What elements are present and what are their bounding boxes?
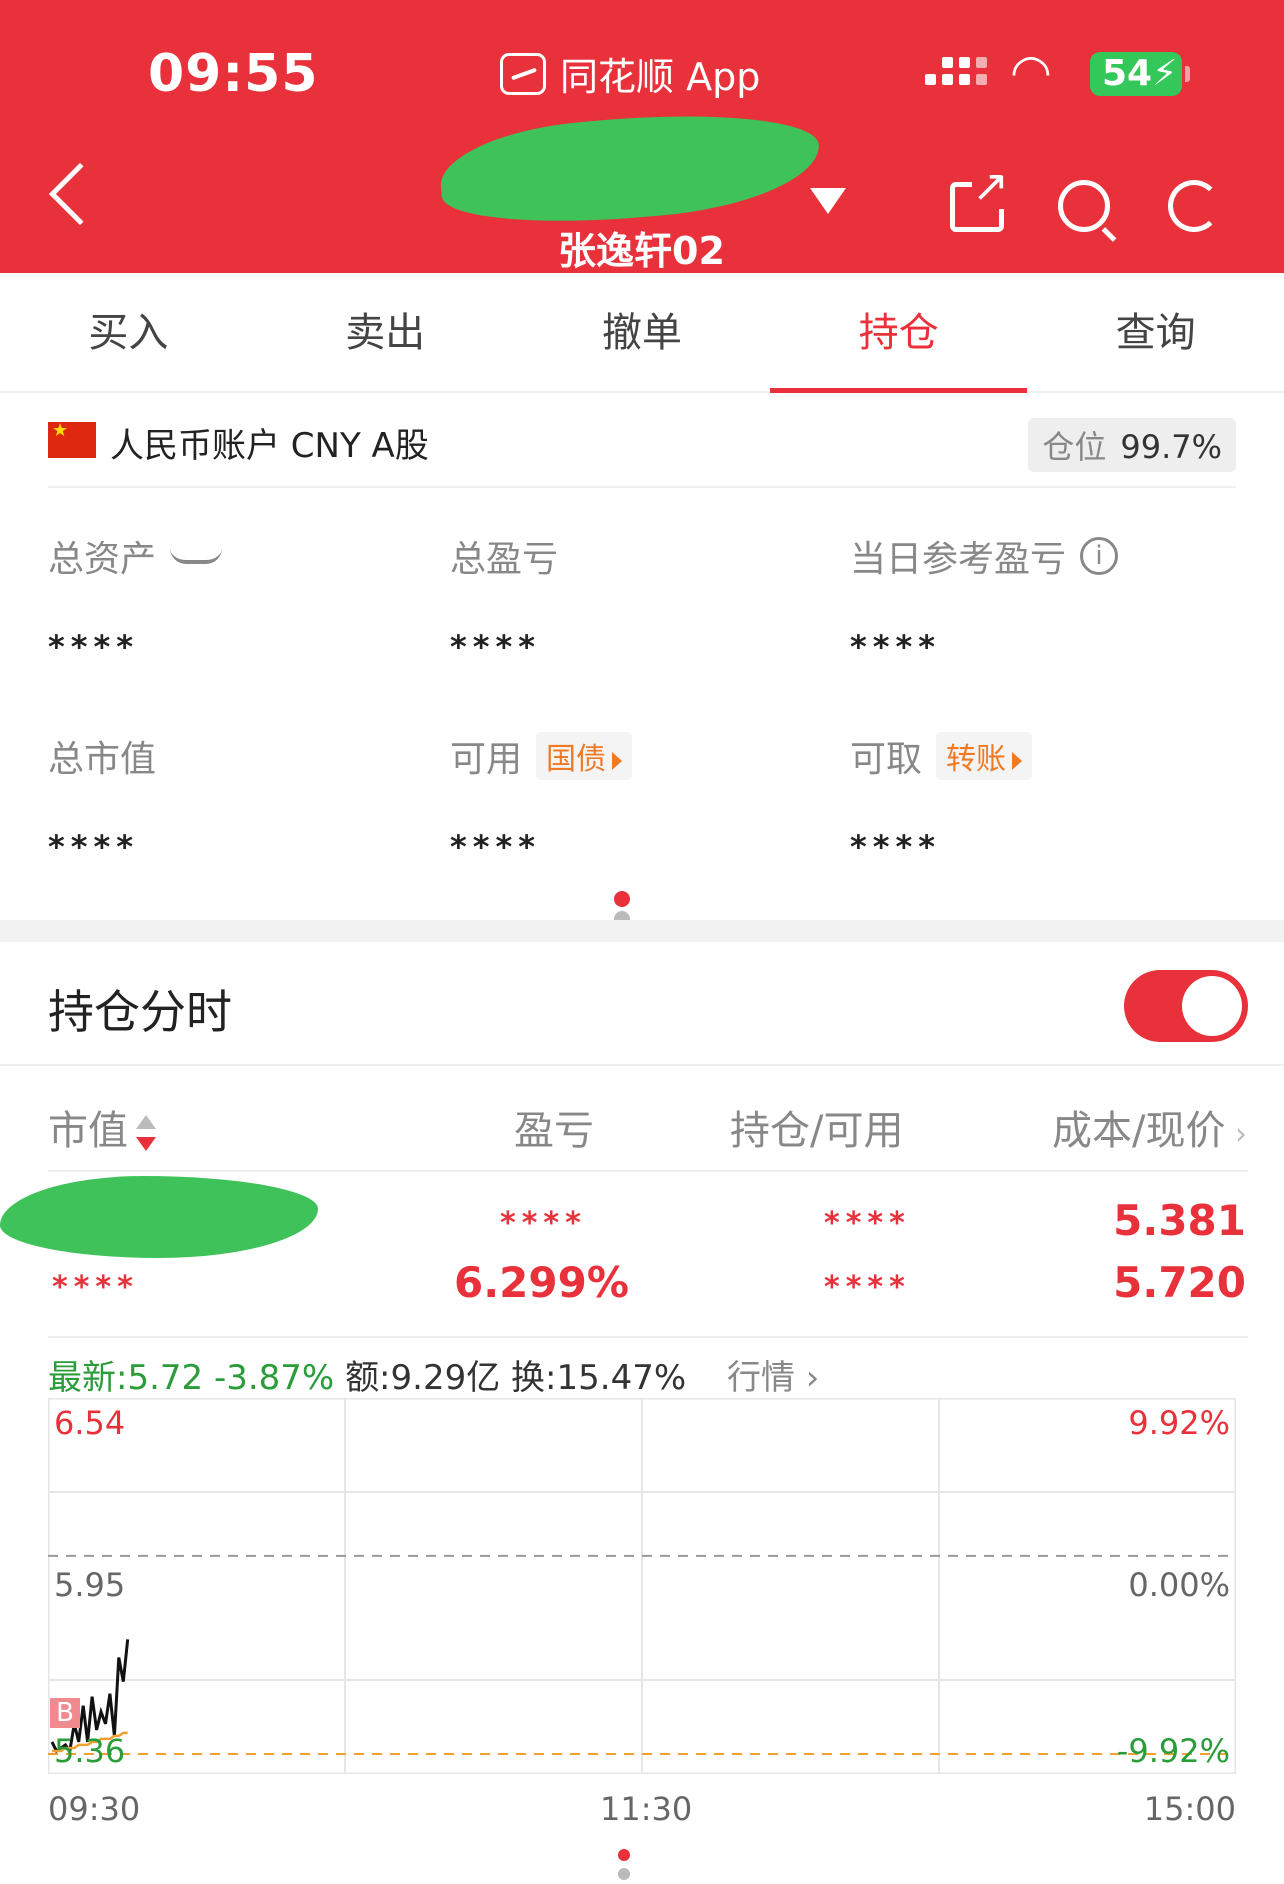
market-quote-link[interactable]: 行情 ›	[727, 1358, 819, 1398]
wifi-icon: ◠	[1010, 44, 1052, 100]
intraday-chart-svg	[48, 1398, 1236, 1774]
available-label: 可用	[450, 739, 523, 780]
status-time: 09:55	[148, 44, 319, 104]
y-tick-left: 5.95	[54, 1566, 126, 1604]
y-tick-left: 5.36	[54, 1732, 126, 1770]
intraday-chart[interactable]: 6.54 5.95 5.36 9.92% 0.00% -9.92% B	[48, 1398, 1236, 1774]
search-icon[interactable]	[1058, 180, 1110, 232]
account-label: 人民币账户 CNY A股	[110, 426, 429, 466]
back-icon[interactable]	[48, 162, 112, 226]
sort-icon[interactable]	[136, 1115, 156, 1151]
bond-link-button[interactable]: 国债	[536, 732, 633, 780]
holdings-toggle[interactable]	[1124, 970, 1248, 1042]
withdrawable-label: 可取	[850, 739, 923, 780]
divider	[0, 1064, 1284, 1066]
info-icon[interactable]: i	[1080, 537, 1119, 575]
withdrawable-funds: 可取 转账 ****	[850, 730, 1246, 866]
column-cost-price-label: 成本/现价	[1052, 1108, 1226, 1154]
account-name[interactable]: 张逸轩02	[558, 220, 725, 275]
daily-pnl-value: ****	[850, 628, 941, 666]
cellular-signal-icon	[925, 52, 991, 98]
page-dot[interactable]	[618, 1849, 630, 1861]
quote-summary: 最新:5.72 -3.87% 额:9.29亿 换:15.47% 行情 ›	[48, 1350, 819, 1399]
pnl-percent: 6.299%	[454, 1258, 629, 1307]
tab-sell[interactable]: 卖出	[257, 273, 514, 391]
tab-holdings[interactable]: 持仓	[770, 273, 1027, 393]
column-market-value-label: 市值	[48, 1108, 128, 1154]
trade-tabs: 买入 卖出 撤单 持仓 查询	[0, 273, 1284, 393]
y-tick-right: -9.92%	[1116, 1732, 1230, 1770]
section-divider	[0, 920, 1284, 942]
total-assets-label: 总资产	[48, 539, 157, 580]
daily-pnl-label: 当日参考盈亏	[850, 539, 1067, 580]
chart-page-dots[interactable]	[618, 1846, 678, 1880]
tab-buy[interactable]: 买入	[0, 273, 257, 391]
position-value: 99.7%	[1120, 428, 1222, 466]
position-badge: 仓位 99.7%	[1028, 418, 1236, 472]
column-holding-available: 持仓/可用	[730, 1108, 904, 1154]
account-row: 人民币账户 CNY A股 仓位 99.7%	[48, 418, 1236, 488]
y-tick-right: 0.00%	[1128, 1566, 1230, 1604]
chevron-right-icon: ›	[1225, 1117, 1248, 1152]
daily-pnl: 当日参考盈亏 i ****	[850, 530, 1246, 666]
x-tick: 11:30	[600, 1790, 693, 1828]
y-tick-right: 9.92%	[1128, 1404, 1230, 1442]
trade-amount: 额:9.29亿	[345, 1358, 501, 1398]
x-tick: 15:00	[1143, 1790, 1236, 1828]
tab-query[interactable]: 查询	[1027, 273, 1284, 391]
holding-pnl-value: ****	[500, 1206, 587, 1241]
total-assets: 总资产 ****	[48, 530, 444, 666]
column-cost-price[interactable]: 成本/现价 ›	[1052, 1098, 1247, 1156]
market-value-label: 总市值	[48, 739, 157, 780]
total-pnl-label: 总盈亏	[450, 539, 559, 580]
current-price: 5.720	[1113, 1258, 1246, 1307]
turnover-rate: 换:15.47%	[511, 1358, 687, 1398]
status-app-name: 同花顺 App	[560, 55, 761, 99]
app-header: 09:55 同花顺 App ◠ 54⚡ 张逸轩02	[0, 0, 1284, 273]
latest-price-change: 最新:5.72 -3.87%	[48, 1358, 335, 1398]
market-value-value: ****	[48, 828, 139, 866]
column-pnl: 盈亏	[514, 1108, 594, 1154]
transfer-link-button[interactable]: 转账	[936, 732, 1033, 780]
market-value: 总市值 ****	[48, 730, 444, 866]
total-pnl-value: ****	[450, 628, 541, 666]
market-quote-link-label: 行情	[726, 1358, 795, 1398]
divider	[48, 1336, 1248, 1338]
available-funds: 可用 国债 ****	[450, 730, 846, 866]
page-dot[interactable]	[614, 891, 630, 907]
total-assets-value: ****	[48, 628, 139, 666]
column-market-value[interactable]: 市值	[48, 1098, 156, 1156]
redacted-stock-name[interactable]	[0, 1176, 318, 1258]
y-tick-left: 6.54	[54, 1404, 126, 1442]
hide-eye-icon[interactable]	[170, 548, 223, 564]
divider	[48, 1170, 1248, 1172]
holding-quantity: ****	[824, 1206, 911, 1241]
page-dot[interactable]	[618, 1868, 630, 1880]
available-value: ****	[450, 828, 541, 866]
withdrawable-value: ****	[850, 828, 941, 866]
refresh-icon[interactable]	[1168, 180, 1220, 232]
cost-price: 5.381	[1113, 1196, 1246, 1245]
battery-icon: 54⚡	[1090, 52, 1190, 96]
summary-page-dots[interactable]	[614, 891, 674, 927]
holding-market-value: ****	[52, 1270, 139, 1305]
available-quantity: ****	[824, 1270, 911, 1305]
redacted-account-id	[436, 101, 824, 235]
account-dropdown-icon[interactable]	[810, 188, 846, 214]
status-app-indicator[interactable]: 同花顺 App	[500, 46, 760, 101]
battery-level: 54	[1102, 53, 1153, 94]
share-icon[interactable]	[950, 165, 1009, 232]
position-label: 仓位	[1042, 428, 1107, 466]
buy-marker: B	[50, 1698, 80, 1728]
holdings-section-title: 持仓分时	[48, 985, 232, 1039]
tab-cancel[interactable]: 撤单	[514, 273, 771, 391]
china-flag-icon	[48, 420, 96, 458]
app-logo-icon	[500, 52, 546, 95]
chevron-right-icon: ›	[794, 1358, 820, 1398]
x-tick: 09:30	[48, 1790, 141, 1828]
total-pnl: 总盈亏 ****	[450, 530, 846, 666]
